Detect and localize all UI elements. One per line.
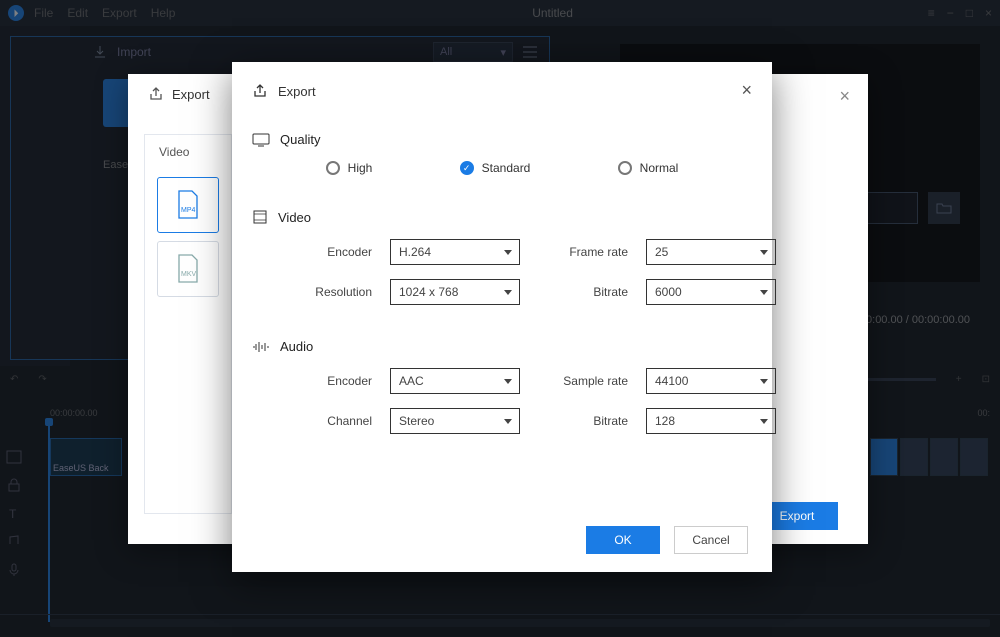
video-framerate-dropdown[interactable]: 25 <box>646 239 776 265</box>
export-dialog-close[interactable]: × <box>839 86 850 107</box>
export-dialog-title: Export <box>172 87 210 102</box>
quality-icon <box>252 133 270 147</box>
quality-option-normal[interactable]: Normal <box>618 161 679 175</box>
settings-dialog-close[interactable]: × <box>741 80 752 101</box>
video-framerate-label: Frame rate <box>538 245 628 259</box>
quality-option-standard[interactable]: Standard <box>460 161 531 175</box>
video-bitrate-label: Bitrate <box>538 285 628 299</box>
audio-bitrate-label: Bitrate <box>538 414 628 428</box>
svg-text:MKV: MKV <box>181 271 197 278</box>
video-encoder-label: Encoder <box>282 245 372 259</box>
export-settings-dialog: Export × Quality High Standard Normal Vi… <box>232 62 772 572</box>
video-bitrate-dropdown[interactable]: 6000 <box>646 279 776 305</box>
video-resolution-label: Resolution <box>282 285 372 299</box>
audio-samplerate-dropdown[interactable]: 44100 <box>646 368 776 394</box>
format-mp4-card[interactable]: MP4 <box>157 177 219 233</box>
audio-header: Audio <box>280 339 313 354</box>
format-side-header: Video <box>145 135 231 169</box>
ok-button[interactable]: OK <box>586 526 660 554</box>
video-header: Video <box>278 210 311 225</box>
audio-channel-label: Channel <box>282 414 372 428</box>
audio-samplerate-label: Sample rate <box>538 374 628 388</box>
video-resolution-dropdown[interactable]: 1024 x 768 <box>390 279 520 305</box>
svg-text:MP4: MP4 <box>181 207 196 214</box>
quality-option-high[interactable]: High <box>326 161 373 175</box>
audio-bitrate-dropdown[interactable]: 128 <box>646 408 776 434</box>
export-icon <box>148 86 164 102</box>
format-mkv-card[interactable]: MKV <box>157 241 219 297</box>
video-encoder-dropdown[interactable]: H.264 <box>390 239 520 265</box>
audio-icon <box>252 340 270 354</box>
settings-dialog-title: Export <box>278 84 316 99</box>
export-icon <box>252 83 268 99</box>
audio-channel-dropdown[interactable]: Stereo <box>390 408 520 434</box>
video-icon <box>252 209 268 225</box>
cancel-button[interactable]: Cancel <box>674 526 748 554</box>
quality-header: Quality <box>280 132 320 147</box>
audio-encoder-dropdown[interactable]: AAC <box>390 368 520 394</box>
audio-encoder-label: Encoder <box>282 374 372 388</box>
